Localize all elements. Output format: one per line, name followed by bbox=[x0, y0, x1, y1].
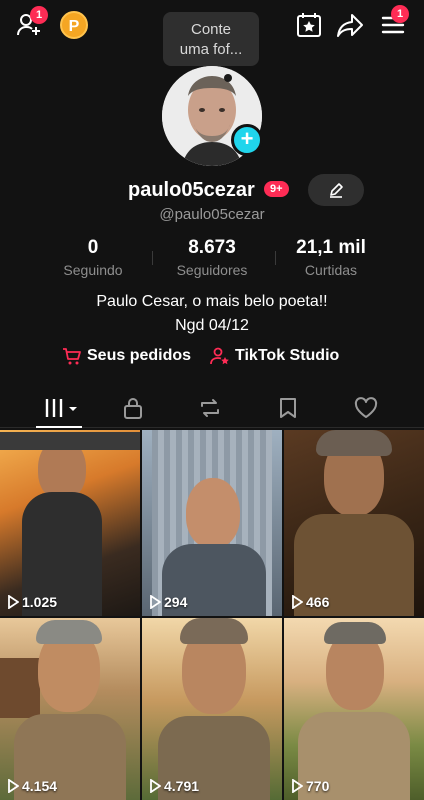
view-count-value: 1.025 bbox=[22, 594, 58, 610]
thumbnail-hair bbox=[324, 622, 386, 644]
divider bbox=[275, 251, 276, 265]
view-count: 294 bbox=[149, 594, 187, 610]
video-thumbnail[interactable]: 294 bbox=[142, 430, 282, 616]
play-icon bbox=[150, 595, 161, 609]
grid-icon bbox=[45, 399, 77, 417]
view-count: 4.791 bbox=[149, 778, 199, 794]
tooltip-line1: Conte bbox=[190, 21, 232, 38]
calendar-button[interactable] bbox=[294, 10, 324, 40]
play-icon bbox=[8, 595, 19, 609]
view-count-value: 4.791 bbox=[164, 778, 200, 794]
stat-followers[interactable]: 8.673 Seguidores bbox=[162, 237, 262, 278]
content-tabs bbox=[0, 388, 424, 428]
edit-profile-button[interactable] bbox=[308, 174, 364, 206]
bio: Paulo Cesar, o mais belo poeta!! Ngd 04/… bbox=[0, 290, 424, 338]
coin-icon[interactable]: P bbox=[60, 11, 88, 39]
menu-badge: 1 bbox=[391, 5, 409, 23]
view-count: 466 bbox=[291, 594, 329, 610]
cart-icon bbox=[63, 348, 81, 365]
profile-stats: 0 Seguindo 8.673 Seguidores 21,1 mil Cur… bbox=[0, 237, 424, 281]
video-thumbnail[interactable]: 4.791 bbox=[142, 618, 282, 800]
stat-following[interactable]: 0 Seguindo bbox=[48, 237, 138, 278]
tab-private[interactable] bbox=[113, 392, 153, 424]
pencil-icon bbox=[330, 183, 343, 198]
thumbnail-hair bbox=[316, 430, 392, 456]
share-button[interactable] bbox=[335, 10, 365, 40]
username: paulo05cezar bbox=[128, 179, 255, 201]
share-icon bbox=[337, 14, 363, 37]
thumbnail-barn bbox=[0, 658, 40, 718]
stat-value: 8.673 bbox=[188, 237, 236, 258]
view-count: 1.025 bbox=[7, 594, 57, 610]
stat-label: Seguidores bbox=[176, 262, 248, 278]
thumbnail-face bbox=[186, 478, 240, 548]
lock-icon bbox=[124, 398, 142, 419]
video-grid: 1.025 294 466 4.154 4.791 770 bbox=[0, 430, 424, 800]
tooltip-line2: uma fof... bbox=[179, 41, 243, 58]
divider bbox=[152, 251, 153, 265]
add-friend-badge: 1 bbox=[30, 6, 48, 24]
orders-label: Seus pedidos bbox=[87, 347, 192, 364]
play-icon bbox=[292, 779, 303, 793]
bio-line1: Paulo Cesar, o mais belo poeta!! bbox=[96, 293, 328, 310]
thumbnail-hair bbox=[36, 620, 102, 644]
video-thumbnail[interactable]: 1.025 bbox=[0, 430, 140, 616]
play-icon bbox=[150, 779, 161, 793]
video-thumbnail[interactable]: 466 bbox=[284, 430, 424, 616]
bio-line2: Ngd 04/12 bbox=[175, 317, 249, 334]
orders-link[interactable]: Seus pedidos bbox=[62, 346, 191, 366]
tab-reposts[interactable] bbox=[190, 392, 230, 424]
user-handle: @paulo05cezar bbox=[159, 206, 265, 223]
stat-value: 0 bbox=[87, 237, 99, 258]
tab-favorites[interactable] bbox=[268, 392, 308, 424]
video-thumbnail[interactable]: 4.154 bbox=[0, 618, 140, 800]
person-star-icon bbox=[210, 347, 229, 365]
thumbnail-machine bbox=[0, 432, 140, 450]
note-tooltip[interactable]: Conte uma fof... bbox=[163, 12, 259, 66]
studio-link[interactable]: TikTok Studio bbox=[210, 346, 339, 366]
play-icon bbox=[8, 779, 19, 793]
thumbnail-hair bbox=[180, 618, 248, 644]
tab-videos[interactable] bbox=[40, 392, 80, 424]
add-story-button[interactable]: + bbox=[231, 124, 263, 156]
active-tab-indicator bbox=[36, 426, 82, 428]
play-icon bbox=[292, 595, 303, 609]
video-thumbnail[interactable]: 770 bbox=[284, 618, 424, 800]
calendar-star-icon bbox=[297, 13, 321, 37]
view-count: 4.154 bbox=[7, 778, 57, 794]
stat-label: Curtidas bbox=[304, 262, 358, 278]
heart-icon bbox=[354, 397, 378, 418]
stat-value: 21,1 mil bbox=[296, 237, 366, 258]
view-count-value: 294 bbox=[164, 594, 188, 610]
username-row: paulo05cezar 9+ bbox=[0, 172, 424, 208]
studio-label: TikTok Studio bbox=[235, 347, 340, 364]
repost-icon bbox=[201, 399, 219, 417]
tab-liked[interactable] bbox=[346, 392, 386, 424]
add-friend-button[interactable]: 1 bbox=[14, 6, 48, 40]
view-count-value: 770 bbox=[306, 778, 330, 794]
menu-button[interactable]: 1 bbox=[378, 5, 409, 40]
view-count-value: 466 bbox=[306, 594, 330, 610]
notification-badge[interactable]: 9+ bbox=[264, 181, 289, 197]
view-count: 770 bbox=[291, 778, 329, 794]
view-count-value: 4.154 bbox=[22, 778, 58, 794]
stat-label: Seguindo bbox=[63, 262, 123, 278]
profile-links: Seus pedidos TikTok Studio bbox=[0, 346, 424, 370]
stat-likes[interactable]: 21,1 mil Curtidas bbox=[286, 237, 376, 278]
bookmark-icon bbox=[280, 398, 296, 418]
